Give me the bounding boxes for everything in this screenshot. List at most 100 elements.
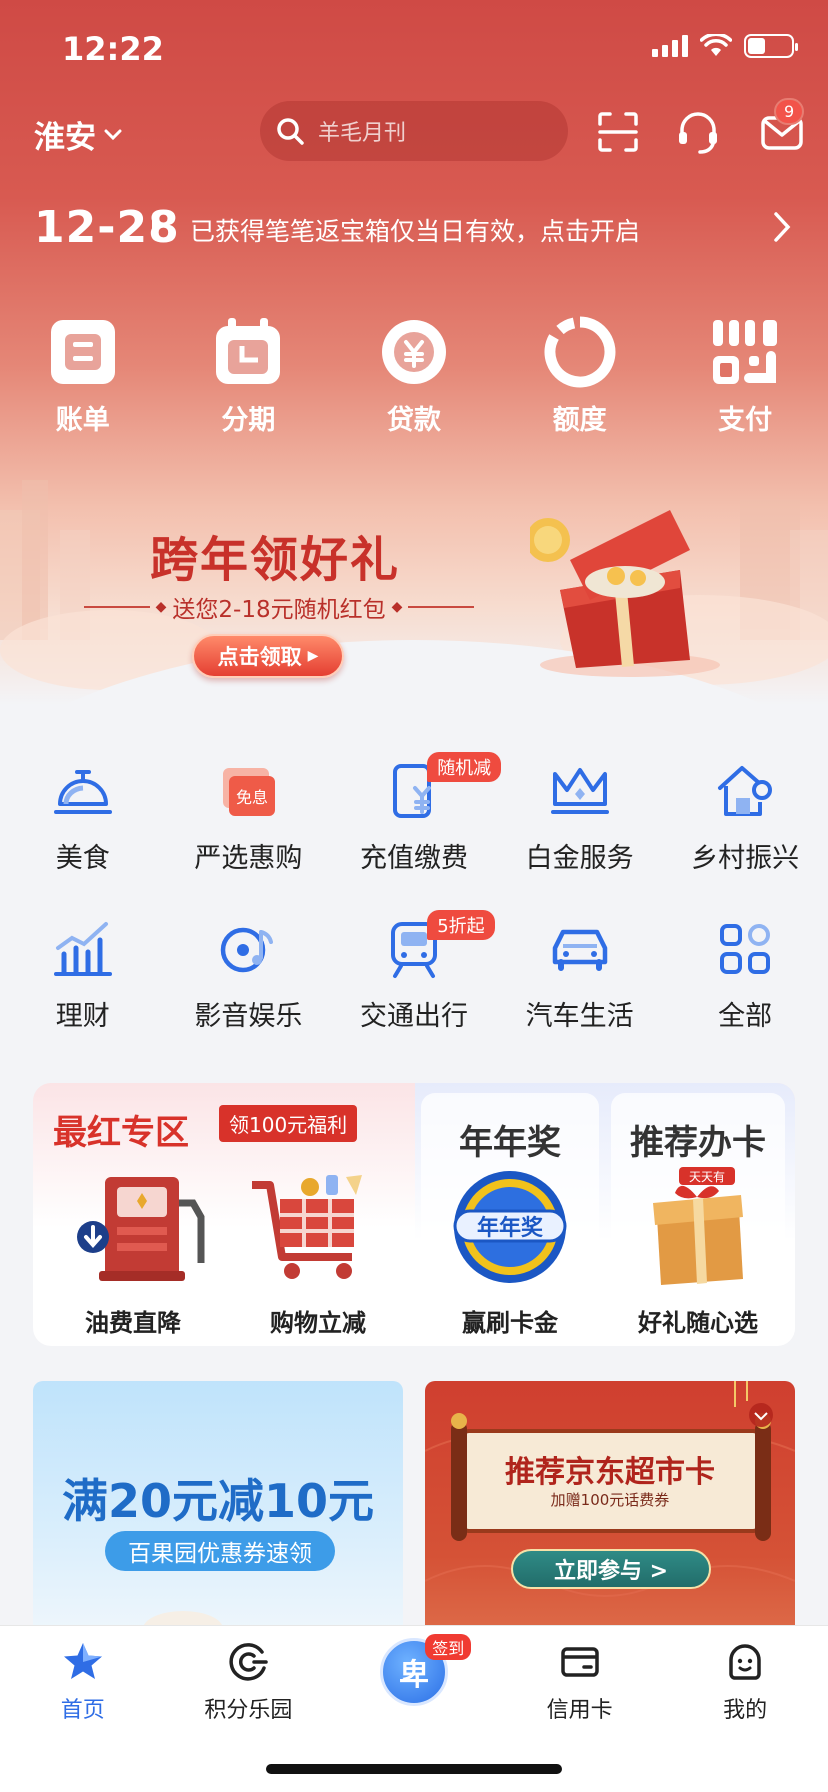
featured-item-label: 购物立减 xyxy=(270,1309,366,1337)
status-icons xyxy=(652,34,798,58)
panel-label: 赢刷卡金 xyxy=(462,1309,558,1337)
search-placeholder: 羊毛月刊 xyxy=(318,121,407,146)
tab-checkin[interactable]: 卑 签到 xyxy=(331,1634,497,1724)
scan-icon[interactable] xyxy=(594,108,642,156)
chart-bars-icon xyxy=(53,922,112,976)
credit-card-icon xyxy=(560,1647,599,1677)
service-rural[interactable]: 乡村振兴 xyxy=(662,760,828,918)
coupon-icon-text: 免息 xyxy=(236,788,268,807)
quick-item-payment[interactable]: 支付 xyxy=(662,316,828,437)
tab-label: 信用卡 xyxy=(546,1698,613,1723)
tab-label: 积分乐园 xyxy=(204,1698,293,1723)
quick-item-installment[interactable]: 分期 xyxy=(166,316,332,437)
limit-icon xyxy=(544,316,615,388)
banner-fruit-coupon[interactable]: 满20元减10元 百果园优惠券速领 xyxy=(33,1381,403,1631)
panel-title: 推荐办卡 xyxy=(630,1123,766,1163)
service-grid: 美食 免息 严选惠购 充值缴费 随机减 白金服务 乡村振兴 理财 影音娱乐 交通… xyxy=(0,752,828,1076)
rural-house-icon xyxy=(718,766,773,816)
service-label: 影音娱乐 xyxy=(194,1001,303,1032)
service-label: 汽车生活 xyxy=(525,1001,634,1032)
service-label: 全部 xyxy=(718,1001,773,1032)
service-label: 交通出行 xyxy=(359,1001,468,1032)
service-transport[interactable]: 交通出行 5折起 xyxy=(331,910,497,1076)
banner-jd-card[interactable]: 推荐京东超市卡 加赠100元话费券 立即参与 > xyxy=(425,1381,795,1631)
message-button[interactable]: 9 xyxy=(758,98,806,156)
featured-item-label: 油费直降 xyxy=(85,1309,181,1337)
banner-right-title: 推荐京东超市卡 xyxy=(505,1455,715,1490)
gift-icon: 天天有 xyxy=(653,1167,743,1285)
promo-button-label: 点击领取 xyxy=(217,645,302,669)
bottom-tab-bar: 首页 积分乐园 卑 签到 信用卡 我的 xyxy=(0,1625,828,1792)
music-disc-icon xyxy=(221,927,274,973)
featured-welfare-tag: 领100元福利 xyxy=(219,1105,358,1142)
service-platinum[interactable]: 白金服务 xyxy=(497,760,663,918)
new-year-promo-banner[interactable]: 跨年领好礼 ◆ 送您2-18元随机红包 ◆ 点击领取 ▶ xyxy=(0,490,828,700)
featured-section: 最红专区 领100元福利 油费直降 购物立减 年年奖 年年奖 赢刷卡金 推荐办卡… xyxy=(33,1083,795,1346)
service-label: 乡村振兴 xyxy=(691,843,800,874)
status-bar: 12:22 xyxy=(0,0,828,96)
chevron-right-icon xyxy=(774,212,791,242)
tab-label: 首页 xyxy=(60,1698,105,1723)
service-select-shopping[interactable]: 免息 严选惠购 xyxy=(166,760,332,918)
service-wealth[interactable]: 理财 xyxy=(0,918,166,1076)
promo-claim-button[interactable]: 点击领取 ▶ xyxy=(192,634,344,678)
quick-item-loan[interactable]: 贷款 xyxy=(331,316,497,437)
status-time: 12:22 xyxy=(62,30,164,68)
all-grid-icon xyxy=(720,924,771,974)
service-label: 严选惠购 xyxy=(194,843,303,874)
service-label: 白金服务 xyxy=(525,843,634,874)
half-price-tag: 5折起 xyxy=(427,910,495,940)
banner-right-subtitle: 加赠100元话费券 xyxy=(550,1491,670,1509)
bill-icon xyxy=(50,320,115,384)
quick-label: 账单 xyxy=(55,405,110,436)
quick-item-limit[interactable]: 额度 xyxy=(497,316,663,437)
crown-icon xyxy=(550,768,609,814)
tab-home[interactable]: 首页 xyxy=(0,1640,166,1724)
play-triangle-icon: ▶ xyxy=(307,648,319,664)
service-all[interactable]: 全部 xyxy=(662,918,828,1076)
quick-label: 贷款 xyxy=(386,405,441,436)
search-bar[interactable]: 羊毛月刊 xyxy=(260,101,568,161)
service-food[interactable]: 美食 xyxy=(0,760,166,918)
service-label: 美食 xyxy=(55,843,110,874)
points-icon xyxy=(229,1643,269,1681)
loan-icon xyxy=(381,320,446,384)
top-bar: 淮安 羊毛月刊 9 xyxy=(0,98,828,164)
notice-text: 已获得笔笔返宝箱仅当日有效，点击开启 xyxy=(190,217,641,246)
shopping-cart-icon xyxy=(252,1175,362,1279)
promo-subtitle: 送您2-18元随机红包 xyxy=(172,597,386,623)
home-star-icon xyxy=(63,1643,102,1679)
panel-title: 年年奖 xyxy=(459,1123,561,1163)
checkin-badge: 签到 xyxy=(425,1634,472,1660)
home-indicator xyxy=(266,1764,562,1774)
quick-item-bill[interactable]: 账单 xyxy=(0,316,166,437)
search-icon xyxy=(277,118,304,145)
quick-label: 支付 xyxy=(718,405,773,436)
featured-panel-card-recommend[interactable]: 推荐办卡 天天有 好礼随心选 xyxy=(611,1093,785,1337)
installment-icon xyxy=(216,318,281,384)
tab-profile[interactable]: 我的 xyxy=(662,1640,828,1724)
featured-panel-annual-prize[interactable]: 年年奖 年年奖 赢刷卡金 xyxy=(421,1093,599,1337)
profile-icon xyxy=(729,1644,761,1680)
promo-title: 跨年领好礼 xyxy=(150,532,401,588)
city-selector[interactable]: 淮安 xyxy=(34,112,122,157)
quick-label: 分期 xyxy=(221,405,276,436)
notice-bar[interactable]: 12-28 已获得笔笔返宝箱仅当日有效，点击开启 xyxy=(0,200,828,254)
customer-service-icon[interactable] xyxy=(674,108,722,156)
quick-actions: 账单 分期 贷款 额度 支付 xyxy=(0,316,828,437)
join-now-button[interactable]: 立即参与 > xyxy=(511,1549,711,1589)
play-triangle-icon xyxy=(152,220,162,234)
random-discount-tag: 随机减 xyxy=(427,752,502,782)
service-car[interactable]: 汽车生活 xyxy=(497,918,663,1076)
gift-box-illustration xyxy=(530,510,720,677)
join-now-label: 立即参与 > xyxy=(553,1559,669,1584)
banner-left-subtitle: 百果园优惠券速领 xyxy=(105,1531,335,1571)
service-recharge[interactable]: 充值缴费 随机减 xyxy=(331,752,502,918)
payment-code-icon xyxy=(713,320,778,384)
tab-credit-card[interactable]: 信用卡 xyxy=(497,1640,663,1724)
tab-points[interactable]: 积分乐园 xyxy=(166,1640,332,1724)
annual-prize-badge-text: 年年奖 xyxy=(477,1215,544,1241)
cellular-signal-icon xyxy=(652,35,688,57)
panel-label: 好礼随心选 xyxy=(638,1309,758,1337)
service-entertainment[interactable]: 影音娱乐 xyxy=(166,918,332,1076)
